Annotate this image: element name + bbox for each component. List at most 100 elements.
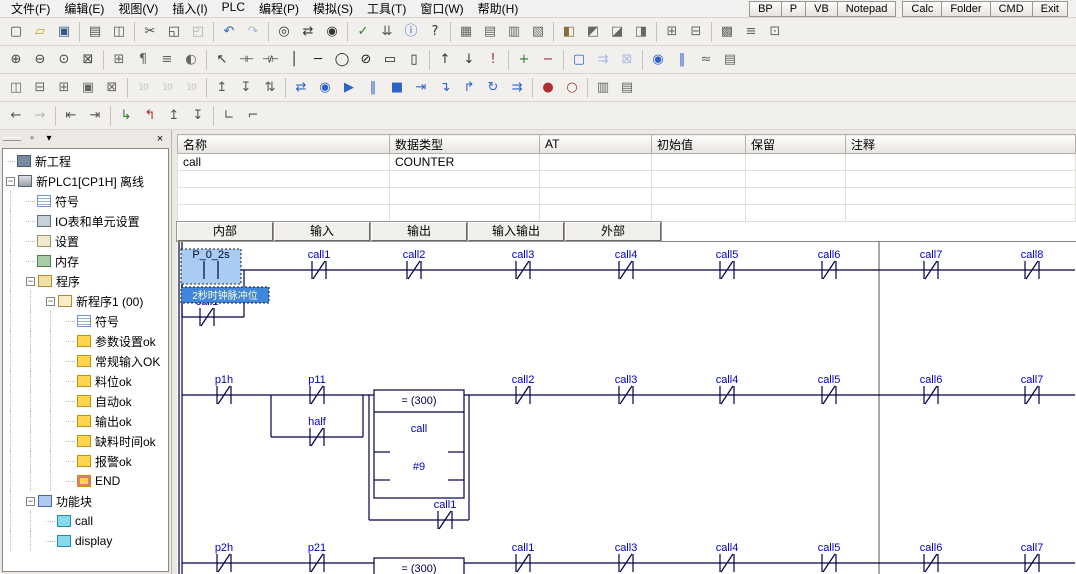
new-vertical-line-button[interactable]: │	[282, 49, 306, 71]
drag-grip[interactable]	[3, 137, 21, 141]
cell-r0c3[interactable]	[652, 154, 746, 171]
redo-button[interactable]: ↷	[241, 21, 265, 43]
quick-button-calc[interactable]: Calc	[902, 1, 941, 17]
sim-scan-button[interactable]: ⇉	[505, 77, 529, 99]
delete-rung-button[interactable]: ↰	[138, 105, 162, 127]
cell-r2c4[interactable]	[746, 188, 846, 205]
cell-r0c0[interactable]: call	[178, 154, 390, 171]
workspace-window-button[interactable]: ◧	[557, 21, 581, 43]
options-button[interactable]: ≡	[739, 21, 763, 43]
contact-call3[interactable]: call3	[512, 249, 535, 279]
sim-continuous-button[interactable]: ↻	[481, 77, 505, 99]
contact-p2h[interactable]: p2h	[215, 542, 233, 572]
cell-r1c2[interactable]	[540, 171, 652, 188]
tree-item-8[interactable]: 符号	[3, 311, 168, 331]
contact-p1h[interactable]: p1h	[215, 374, 233, 404]
menu-item-0[interactable]: 文件(F)	[4, 0, 57, 18]
new-horizontal-line-button[interactable]: ─	[306, 49, 330, 71]
cell-r1c4[interactable]	[746, 171, 846, 188]
online-edit-send-button[interactable]: ⇉	[591, 49, 615, 71]
contact-call7[interactable]: call7	[1021, 542, 1044, 572]
view-section-button[interactable]: ▧	[526, 21, 550, 43]
zoom-in-button[interactable]: ⊕	[4, 49, 28, 71]
tree-item-7[interactable]: −新程序1 (00)	[3, 291, 168, 311]
navigate-back-button[interactable]: ←	[4, 105, 28, 127]
cell-r1c0[interactable]	[178, 171, 390, 188]
new-closed-contact-button[interactable]: ⊣/⊢	[258, 49, 282, 71]
tree-item-2[interactable]: 符号	[3, 191, 168, 211]
contact-call5[interactable]: call5	[818, 542, 841, 572]
close-all-windows-button[interactable]: ⊠	[100, 77, 124, 99]
cell-r3c5[interactable]	[846, 205, 1076, 222]
contact-half[interactable]: half	[308, 416, 327, 446]
tree-item-19[interactable]: display	[3, 531, 168, 551]
tree-item-1[interactable]: −新PLC1[CP1H] 离线	[3, 171, 168, 191]
tile-vertical-button[interactable]: ▣	[76, 77, 100, 99]
tree-item-12[interactable]: 自动ok	[3, 391, 168, 411]
quick-button-bp[interactable]: BP	[749, 1, 781, 17]
expand-toggle[interactable]: −	[26, 277, 35, 286]
tree-item-16[interactable]: END	[3, 471, 168, 491]
sim-run-button[interactable]: ▶	[337, 77, 361, 99]
tab-inputs[interactable]: 输入	[274, 222, 370, 241]
cell-r0c1[interactable]: COUNTER	[390, 154, 540, 171]
cell-r2c5[interactable]	[846, 188, 1076, 205]
column-header-2[interactable]: AT	[540, 135, 652, 154]
quick-button-vb[interactable]: VB	[805, 1, 837, 17]
contact-call6[interactable]: call6	[920, 542, 943, 572]
contact-call4[interactable]: call4	[716, 542, 739, 572]
menu-item-6[interactable]: 模拟(S)	[306, 0, 360, 18]
quick-button-folder[interactable]: Folder	[941, 1, 989, 17]
online-edit-cancel-button[interactable]: ⊠	[615, 49, 639, 71]
help-button[interactable]: ?	[423, 21, 447, 43]
new-closed-coil-button[interactable]: ⊘	[354, 49, 378, 71]
contact-call2[interactable]: call2	[403, 249, 426, 279]
instruction-block[interactable]: = (300)	[374, 558, 464, 574]
quick-button-p[interactable]: P	[781, 1, 805, 17]
open-file-button[interactable]: ▱	[28, 21, 52, 43]
print-preview-button[interactable]: ◫	[107, 21, 131, 43]
find-replace-button[interactable]: ⇄	[296, 21, 320, 43]
cell-r2c3[interactable]	[652, 188, 746, 205]
contact-call5[interactable]: call5	[716, 249, 739, 279]
cell-r2c0[interactable]	[178, 188, 390, 205]
tile-horizontal-button[interactable]: ⊞	[52, 77, 76, 99]
tree-item-6[interactable]: −程序	[3, 271, 168, 291]
monitor-toggle-button[interactable]: ◉	[646, 49, 670, 71]
cell-r2c2[interactable]	[540, 188, 652, 205]
output-window-button[interactable]: ◩	[581, 21, 605, 43]
time-chart-button[interactable]: ▤	[718, 49, 742, 71]
print-button[interactable]: ▤	[83, 21, 107, 43]
undo-button[interactable]: ↶	[217, 21, 241, 43]
grid-10-b-button[interactable]: 10	[155, 77, 179, 99]
expand-toggle[interactable]: −	[46, 297, 55, 306]
compare-programs-button[interactable]: ▤	[615, 77, 639, 99]
cell-r1c5[interactable]	[846, 171, 1076, 188]
contact-call4[interactable]: call4	[716, 374, 739, 404]
cut-button[interactable]: ✂	[138, 21, 162, 43]
contact-call2[interactable]: call2	[512, 374, 535, 404]
cell-r2c1[interactable]	[390, 188, 540, 205]
io-table-button[interactable]: ⊡	[763, 21, 787, 43]
contact-call1[interactable]: call1	[308, 249, 331, 279]
grid-10-c-button[interactable]: 10	[179, 77, 203, 99]
sim-step-out-button[interactable]: ↱	[457, 77, 481, 99]
cell-r3c2[interactable]	[540, 205, 652, 222]
menu-item-8[interactable]: 窗口(W)	[413, 0, 470, 18]
tidy-branches-button[interactable]: ⌐	[241, 105, 265, 127]
cell-r3c0[interactable]	[178, 205, 390, 222]
menu-item-3[interactable]: 插入(I)	[165, 0, 214, 18]
tab-in-outs[interactable]: 输入输出	[468, 222, 564, 241]
delete-section-button[interactable]: −	[536, 49, 560, 71]
quick-button-notepad[interactable]: Notepad	[837, 1, 897, 17]
instruction-block[interactable]: = (300)call#9	[374, 390, 464, 498]
download-to-plc-button[interactable]: ↧	[234, 77, 258, 99]
immediate-refresh-button[interactable]: !	[481, 49, 505, 71]
run-monitor-button[interactable]: ◉	[313, 77, 337, 99]
column-header-0[interactable]: 名称	[178, 135, 390, 154]
tree-item-9[interactable]: 参数设置ok	[3, 331, 168, 351]
cell-r1c1[interactable]	[390, 171, 540, 188]
watch-window-button[interactable]: ◪	[605, 21, 629, 43]
insert-section-button[interactable]: +	[512, 49, 536, 71]
indent-right-button[interactable]: ⇥	[83, 105, 107, 127]
